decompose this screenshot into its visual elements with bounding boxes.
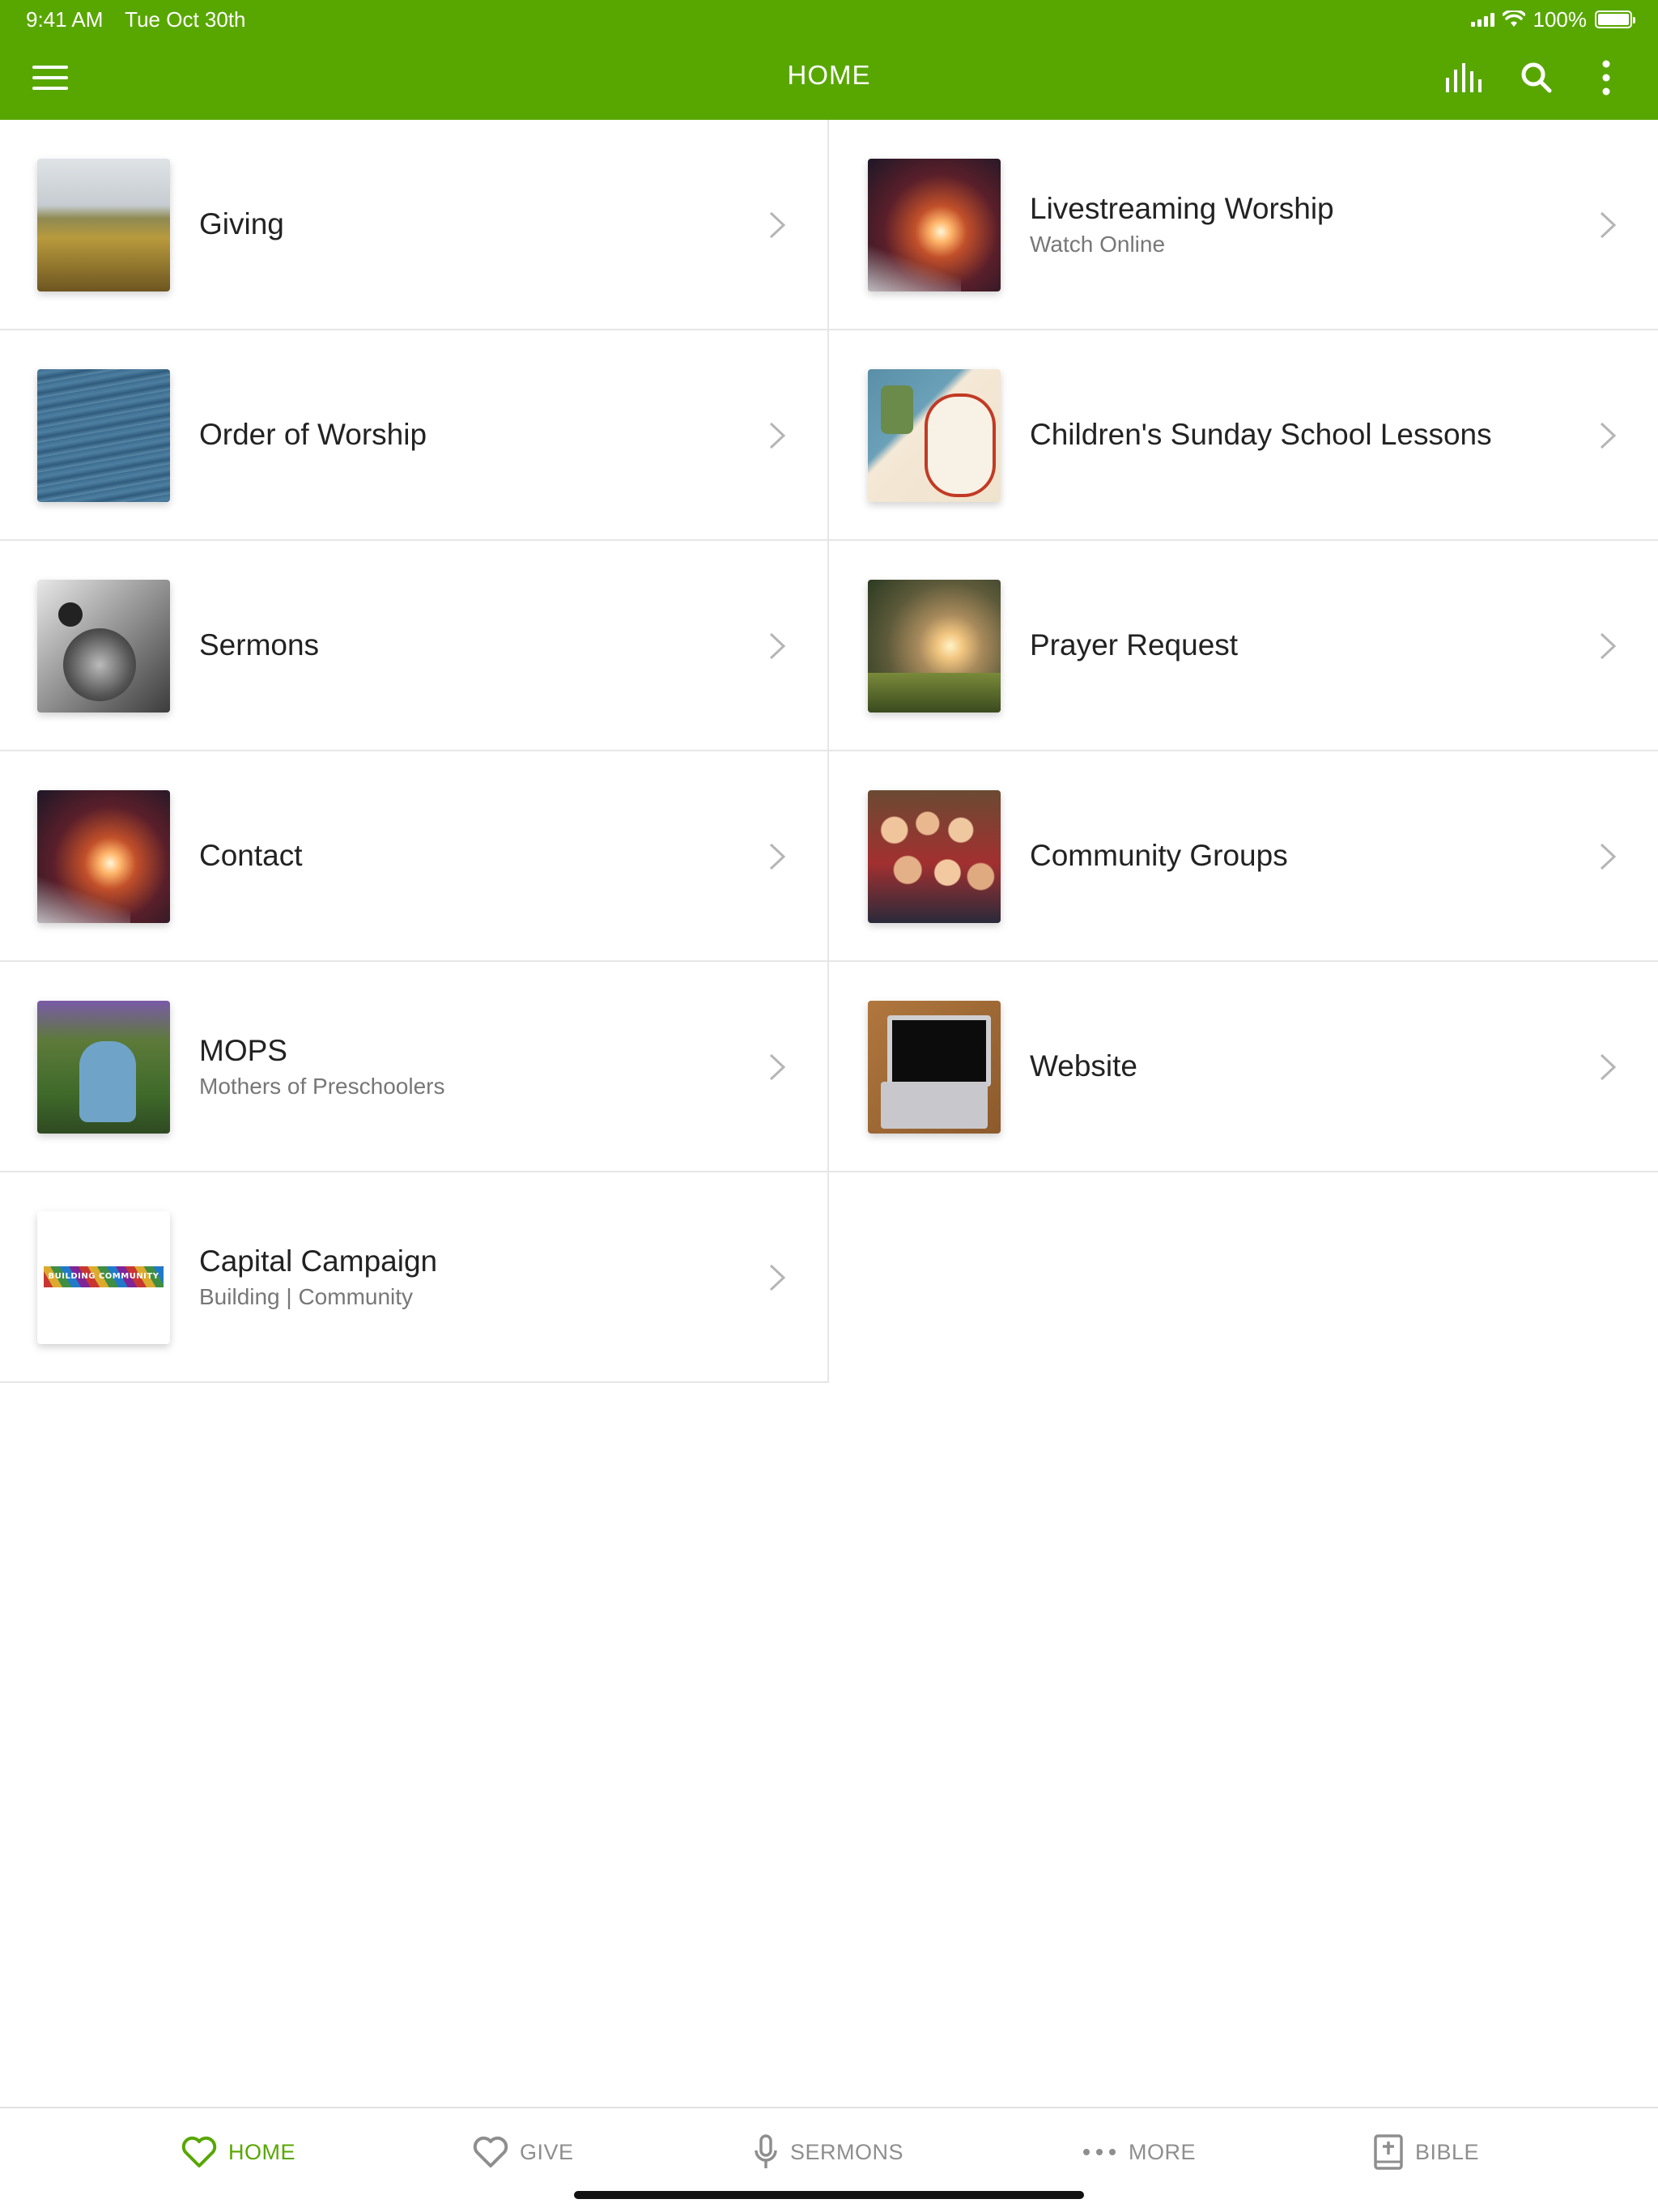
tab-give[interactable]: GIVE	[473, 2129, 574, 2175]
heart-icon	[181, 2136, 217, 2167]
chevron-right-icon	[1600, 211, 1617, 239]
item-title: Children's Sunday School Lessons	[1030, 417, 1492, 451]
chevron-right-icon	[1600, 843, 1617, 870]
live-stats-icon[interactable]	[1441, 55, 1486, 100]
home-indicator[interactable]	[574, 2191, 1084, 2199]
list-item-order-of-worship[interactable]: Order of Worship	[0, 330, 829, 541]
item-title: Website	[1030, 1049, 1137, 1083]
chevron-right-icon	[769, 1053, 786, 1081]
more-vertical-icon[interactable]	[1584, 55, 1629, 100]
tab-label: MORE	[1129, 2139, 1196, 2164]
more-horizontal-icon	[1083, 2149, 1116, 2155]
chevron-right-icon	[1600, 1053, 1617, 1081]
battery-icon	[1595, 11, 1635, 28]
list-item-mops[interactable]: MOPS Mothers of Preschoolers	[0, 962, 829, 1172]
thumbnail-image	[37, 790, 170, 923]
tab-more[interactable]: MORE	[1082, 2129, 1196, 2175]
tab-bible[interactable]: BIBLE	[1373, 2129, 1479, 2175]
item-title: Capital Campaign	[199, 1244, 438, 1278]
status-time: 9:41 AM	[26, 6, 104, 32]
list-item-capital-campaign[interactable]: BUILDING COMMUNITY Capital Campaign Buil…	[0, 1172, 829, 1383]
app-header: 9:41 AM Tue Oct 30th 100% HOME	[0, 0, 1658, 120]
toolbar: HOME	[0, 45, 1658, 110]
item-title: Community Groups	[1030, 838, 1288, 872]
status-date: Tue Oct 30th	[125, 6, 246, 32]
tab-label: BIBLE	[1415, 2139, 1480, 2164]
search-icon[interactable]	[1514, 55, 1559, 100]
battery-percent: 100%	[1533, 6, 1588, 32]
tab-label: GIVE	[520, 2139, 574, 2164]
list-item-website[interactable]: Website	[829, 962, 1658, 1172]
tab-home[interactable]: HOME	[181, 2129, 295, 2175]
microphone-icon	[755, 2134, 777, 2168]
item-subtitle: Mothers of Preschoolers	[199, 1074, 445, 1100]
thumbnail-image	[37, 369, 170, 502]
item-title: Order of Worship	[199, 417, 427, 451]
thumbnail-image: BUILDING COMMUNITY	[37, 1211, 170, 1344]
thumbnail-image	[868, 159, 1001, 291]
thumbnail-image	[868, 790, 1001, 923]
list-item-livestreaming-worship[interactable]: Livestreaming Worship Watch Online	[829, 120, 1658, 330]
list-item-contact[interactable]: Contact	[0, 751, 829, 962]
thumbnail-image	[868, 369, 1001, 502]
tab-label: HOME	[228, 2139, 295, 2164]
bible-icon	[1374, 2134, 1403, 2170]
chevron-right-icon	[1600, 422, 1617, 449]
chevron-right-icon	[1600, 632, 1617, 660]
thumbnail-image	[37, 159, 170, 291]
tab-label: SERMONS	[790, 2139, 904, 2164]
page-title: HOME	[787, 60, 871, 90]
list-item-prayer-request[interactable]: Prayer Request	[829, 541, 1658, 751]
thumbnail-image	[868, 580, 1001, 713]
chevron-right-icon	[769, 211, 786, 239]
wifi-icon	[1502, 11, 1525, 27]
chevron-right-icon	[769, 422, 786, 449]
item-title: Giving	[199, 206, 284, 240]
chevron-right-icon	[769, 843, 786, 870]
campaign-banner: BUILDING COMMUNITY	[44, 1266, 164, 1287]
chevron-right-icon	[769, 1264, 786, 1291]
tab-sermons[interactable]: SERMONS	[753, 2129, 903, 2175]
thumbnail-image	[868, 1001, 1001, 1134]
thumbnail-image	[37, 580, 170, 713]
list-item-childrens-sunday-school[interactable]: Children's Sunday School Lessons	[829, 330, 1658, 541]
item-title: Contact	[199, 838, 303, 872]
list-item-sermons[interactable]: Sermons	[0, 541, 829, 751]
item-title: MOPS	[199, 1033, 287, 1067]
item-title: Livestreaming Worship	[1030, 191, 1334, 225]
list-item-giving[interactable]: Giving	[0, 120, 829, 330]
thumbnail-image	[37, 1001, 170, 1134]
status-bar: 9:41 AM Tue Oct 30th 100%	[26, 6, 1635, 32]
item-subtitle: Watch Online	[1030, 232, 1166, 257]
item-title: Prayer Request	[1030, 627, 1239, 661]
item-title: Sermons	[199, 627, 320, 661]
chevron-right-icon	[769, 632, 786, 660]
heart-icon	[473, 2136, 508, 2167]
list-item-community-groups[interactable]: Community Groups	[829, 751, 1658, 962]
cellular-signal-icon	[1470, 12, 1494, 27]
item-subtitle: Building | Community	[199, 1284, 414, 1310]
